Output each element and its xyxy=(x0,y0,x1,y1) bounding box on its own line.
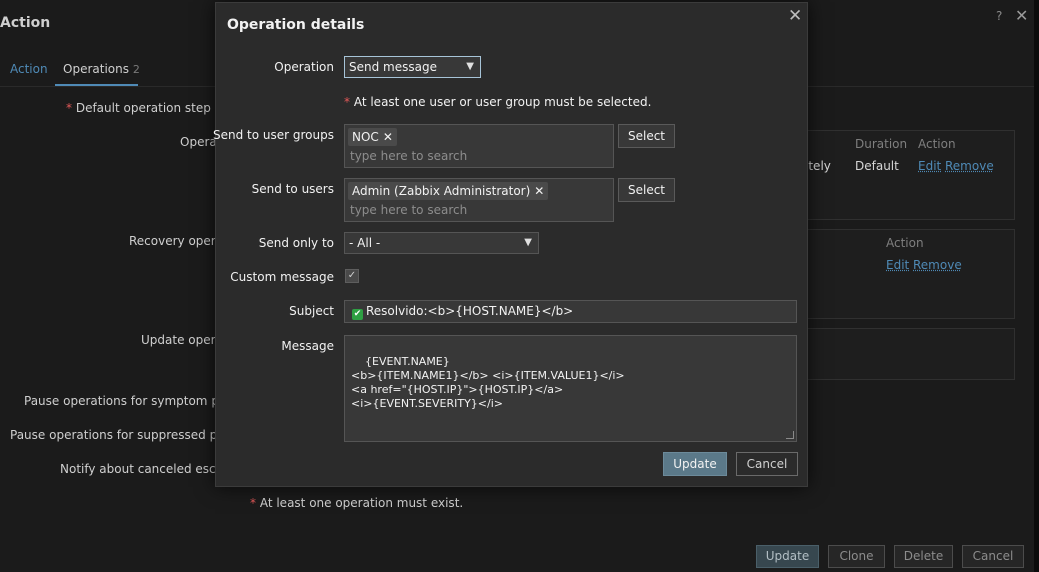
operation-required-note: * At least one operation must exist. xyxy=(250,496,464,510)
tab-operations[interactable]: Operations 2 xyxy=(63,62,140,76)
remove-recovery-link[interactable]: Remove xyxy=(913,258,962,272)
edit-operation-link[interactable]: Edit xyxy=(918,159,941,173)
recovery-operations-label: Recovery operations xyxy=(129,234,216,248)
update-button[interactable]: Update xyxy=(663,452,727,476)
dialog-title: Operation details xyxy=(227,17,365,33)
page-cancel-button[interactable]: Cancel xyxy=(962,545,1024,568)
duration-header: Duration xyxy=(855,137,908,151)
cancel-button[interactable]: Cancel xyxy=(736,452,798,476)
operations-table: Duration Action ately Default Edit Remov… xyxy=(800,130,1015,220)
notify-canceled-label: Notify about canceled escalations xyxy=(60,462,216,476)
operation-select-value: Send message xyxy=(349,60,437,74)
update-operations-table xyxy=(800,328,1015,380)
delete-button[interactable]: Delete xyxy=(894,545,953,568)
duration-cell: Default xyxy=(855,159,899,173)
operations-label: Operations xyxy=(180,135,216,149)
recovery-table: Action Edit Remove xyxy=(800,229,1015,319)
user-groups-search-input[interactable]: type here to search xyxy=(350,149,467,163)
tab-action-label: Action xyxy=(10,62,48,76)
pause-symptom-label: Pause operations for symptom problems xyxy=(24,394,216,408)
page-scrollbar[interactable] xyxy=(1034,0,1039,572)
recipient-required-hint: * At least one user or user group must b… xyxy=(344,95,652,109)
action-header: Action xyxy=(918,137,956,151)
recovery-action-header: Action xyxy=(886,236,924,250)
page-title: Action xyxy=(0,15,51,31)
clone-button[interactable]: Clone xyxy=(828,545,885,568)
users-multiselect[interactable]: Admin (Zabbix Administrator) ✕ type here … xyxy=(344,178,614,222)
operation-label: Operation xyxy=(274,60,334,74)
send-only-to-label: Send only to xyxy=(258,236,334,250)
users-search-input[interactable]: type here to search xyxy=(350,203,467,217)
message-textarea[interactable]: {EVENT.NAME} <b>{ITEM.NAME1}</b> <i>{ITE… xyxy=(344,335,797,442)
close-icon[interactable]: ✕ xyxy=(1015,6,1028,25)
chevron-down-icon: ▼ xyxy=(524,237,532,248)
update-operations-label: Update operations xyxy=(141,333,216,347)
subject-label: Subject xyxy=(289,304,334,318)
edit-recovery-link[interactable]: Edit xyxy=(886,258,909,272)
chevron-down-icon: ▼ xyxy=(466,61,474,72)
user-groups-label: Send to user groups xyxy=(213,128,334,142)
help-icon[interactable]: ? xyxy=(996,9,1002,23)
remove-operation-link[interactable]: Remove xyxy=(945,159,994,173)
custom-message-label: Custom message xyxy=(230,270,334,284)
user-groups-multiselect[interactable]: NOC ✕ type here to search xyxy=(344,124,614,168)
operation-select[interactable]: Send message ▼ xyxy=(344,56,481,78)
page-update-button[interactable]: Update xyxy=(756,545,819,568)
noc-chip: NOC ✕ xyxy=(348,128,397,146)
custom-message-checkbox[interactable]: ✓ xyxy=(345,269,359,283)
operation-details-dialog: Operation details ✕ Operation Send messa… xyxy=(213,2,808,487)
message-value: {EVENT.NAME} <b>{ITEM.NAME1}</b> <i>{ITE… xyxy=(351,355,625,410)
remove-chip-icon[interactable]: ✕ xyxy=(383,130,393,144)
send-only-to-value: - All - xyxy=(349,236,381,250)
subject-value: Resolvido:<b>{HOST.NAME}</b> xyxy=(366,304,574,318)
tab-operations-count: 2 xyxy=(132,63,140,76)
send-only-to-select[interactable]: - All - ▼ xyxy=(344,232,539,254)
subject-input[interactable]: ✔ Resolvido:<b>{HOST.NAME}</b> xyxy=(344,300,797,323)
step-duration-label: * Default operation step duration xyxy=(66,101,216,115)
admin-chip: Admin (Zabbix Administrator) ✕ xyxy=(348,182,549,200)
tab-action[interactable]: Action xyxy=(10,62,48,76)
remove-chip-icon[interactable]: ✕ xyxy=(534,184,544,198)
close-icon[interactable]: ✕ xyxy=(788,6,802,26)
pause-suppressed-label: Pause operations for suppressed problems xyxy=(10,428,216,442)
select-users-button[interactable]: Select xyxy=(618,178,675,202)
check-mark-emoji-icon: ✔ xyxy=(352,309,363,320)
message-label: Message xyxy=(281,339,334,353)
users-label: Send to users xyxy=(251,182,334,196)
resize-handle-icon[interactable] xyxy=(786,431,794,439)
tab-operations-label: Operations xyxy=(63,62,129,76)
select-user-groups-button[interactable]: Select xyxy=(618,124,675,148)
